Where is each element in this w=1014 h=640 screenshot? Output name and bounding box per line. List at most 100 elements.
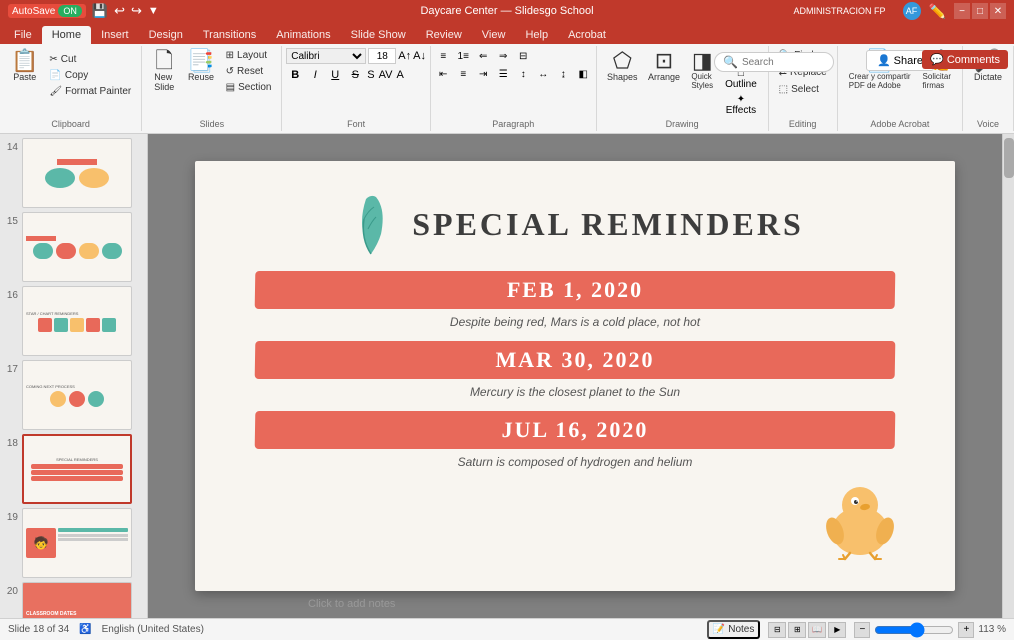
font-row2: B I U S S AV A <box>286 67 405 83</box>
slide-content[interactable]: SPECIAL REMINDERS FEB 1, 2020 Despite be… <box>195 161 955 591</box>
strikethrough-button[interactable]: S <box>346 67 364 83</box>
right-scrollbar[interactable] <box>1002 134 1014 618</box>
reminder-3-desc: Saturn is composed of hydrogen and heliu… <box>255 455 895 469</box>
slide-thumbnail-18[interactable]: 18 SPECIAL REMINDERS <box>4 434 143 504</box>
shapes-icon: ⬠ <box>613 50 632 72</box>
tab-help[interactable]: Help <box>515 26 558 44</box>
slide-sorter-button[interactable]: ⊞ <box>788 622 806 638</box>
search-input[interactable] <box>742 57 822 68</box>
undo-icon[interactable]: ↩ <box>114 3 125 19</box>
zoom-slider[interactable] <box>874 622 954 638</box>
paste-button[interactable]: 📋 Paste <box>6 48 43 84</box>
bold-button[interactable]: B <box>286 67 304 83</box>
format-painter-icon: 🖌 <box>49 86 62 97</box>
font-color-button[interactable]: A <box>395 67 404 83</box>
bullets-button[interactable]: ≡ <box>434 48 452 64</box>
underline-button[interactable]: U <box>326 67 344 83</box>
save-icon[interactable]: 💾 <box>92 3 108 19</box>
search-box[interactable]: 🔍 <box>714 52 834 72</box>
tab-transitions[interactable]: Transitions <box>193 26 266 44</box>
tab-insert[interactable]: Insert <box>91 26 139 44</box>
select-button[interactable]: ⬚ Select <box>775 82 823 97</box>
reminder-1-desc: Despite being red, Mars is a cold place,… <box>255 315 895 329</box>
slide-thumbnail-19[interactable]: 19 🧒 <box>4 508 143 578</box>
autosave-toggle[interactable]: ON <box>58 5 82 17</box>
decrease-indent-button[interactable]: ⇐ <box>474 48 492 64</box>
align-text-button[interactable]: ↨ <box>554 66 572 82</box>
quick-styles-button[interactable]: ◨ QuickStyles <box>686 48 718 92</box>
format-painter-button[interactable]: 🖌Format Painter <box>45 84 135 99</box>
tab-home[interactable]: Home <box>42 26 91 44</box>
new-slide-button[interactable]: 🗋 NewSlide <box>148 48 180 94</box>
shapes-button[interactable]: ⬠ Shapes <box>603 48 642 84</box>
restore-button[interactable]: □ <box>972 3 988 19</box>
slides-label: Slides <box>200 119 225 129</box>
align-right-button[interactable]: ⇥ <box>474 66 492 82</box>
close-button[interactable]: ✕ <box>990 3 1006 19</box>
increase-font-button[interactable]: A↑ <box>398 50 411 62</box>
reminder-1: FEB 1, 2020 Despite being red, Mars is a… <box>255 271 895 329</box>
tab-slideshow[interactable]: Slide Show <box>341 26 416 44</box>
increase-indent-button[interactable]: ⇒ <box>494 48 512 64</box>
click-to-add-notes[interactable]: Click to add notes <box>308 598 395 610</box>
tab-view[interactable]: View <box>472 26 516 44</box>
font-family-select[interactable]: Calibri <box>286 48 366 64</box>
slide-num-18: 18 <box>4 438 18 449</box>
italic-button[interactable]: I <box>306 67 324 83</box>
slides-group: 🗋 NewSlide 📑 Reuse ⊞Layout ↺Reset ▤Secti… <box>142 46 282 131</box>
minimize-button[interactable]: − <box>954 3 970 19</box>
reset-button[interactable]: ↺Reset <box>222 64 276 79</box>
shape-effects-button[interactable]: ✦ Effects <box>720 93 761 117</box>
view-buttons: ⊟ ⊞ 📖 ▶ <box>768 622 846 638</box>
search-icon: 🔍 <box>723 55 738 69</box>
slide-thumbnail-20[interactable]: 20 CLASSROOM DATES <box>4 582 143 618</box>
adobe-label: Adobe Acrobat <box>870 119 929 129</box>
slide-thumbnail-17[interactable]: 17 COMING NEXT PROCESS <box>4 360 143 430</box>
tab-review[interactable]: Review <box>416 26 472 44</box>
redo-icon[interactable]: ↪ <box>131 3 142 19</box>
line-spacing-button[interactable]: ↕ <box>514 66 532 82</box>
smartart-button[interactable]: ◧ <box>574 66 592 82</box>
tab-animations[interactable]: Animations <box>266 26 340 44</box>
comments-button[interactable]: 💬 Comments <box>922 50 1008 69</box>
slides-content: 🗋 NewSlide 📑 Reuse ⊞Layout ↺Reset ▤Secti… <box>148 48 275 117</box>
font-size-input[interactable] <box>368 48 396 64</box>
layout-button[interactable]: ⊞Layout <box>222 48 276 63</box>
char-spacing-button[interactable]: AV <box>378 67 394 83</box>
align-left-button[interactable]: ⇤ <box>434 66 452 82</box>
text-direction-button[interactable]: ↔ <box>534 66 552 82</box>
notes-button[interactable]: 📝 Notes <box>707 620 761 639</box>
decrease-font-button[interactable]: A↓ <box>413 50 426 62</box>
section-button[interactable]: ▤Section <box>222 80 276 95</box>
reuse-button[interactable]: 📑 Reuse <box>182 48 219 84</box>
thumb-img-20: CLASSROOM DATES <box>22 582 132 618</box>
pen-icon[interactable]: ✏️ <box>929 3 946 20</box>
cut-button[interactable]: ✂Cut <box>45 52 135 67</box>
zoom-controls: − + 113 % <box>854 622 1006 638</box>
justify-button[interactable]: ☰ <box>494 66 512 82</box>
copy-button[interactable]: 📄Copy <box>45 68 135 83</box>
tab-design[interactable]: Design <box>139 26 193 44</box>
zoom-in-button[interactable]: + <box>958 622 974 638</box>
layout-icon: ⊞ <box>226 50 234 61</box>
slide-panel[interactable]: 14 15 <box>0 134 148 618</box>
shadow-button[interactable]: S <box>366 67 375 83</box>
arrange-button[interactable]: ⊡ Arrange <box>644 48 684 84</box>
reminder-2: MAR 30, 2020 Mercury is the closest plan… <box>255 341 895 399</box>
columns-button[interactable]: ⊟ <box>514 48 532 64</box>
customize-icon[interactable]: ▼ <box>148 5 159 17</box>
slide-thumbnail-14[interactable]: 14 <box>4 138 143 208</box>
normal-view-button[interactable]: ⊟ <box>768 622 786 638</box>
tab-acrobat[interactable]: Acrobat <box>558 26 616 44</box>
paragraph-content: ≡ 1≡ ⇐ ⇒ ⊟ ⇤ ≡ ⇥ ☰ ↕ ↔ ↨ ◧ <box>434 48 592 117</box>
numbering-button[interactable]: 1≡ <box>454 48 472 64</box>
slide-thumbnail-16[interactable]: 16 STAR / CHART REMINDERS <box>4 286 143 356</box>
zoom-out-button[interactable]: − <box>854 622 870 638</box>
reading-view-button[interactable]: 📖 <box>808 622 826 638</box>
status-bar: Slide 18 of 34 ♿ English (United States)… <box>0 618 1014 640</box>
slideshow-button[interactable]: ▶ <box>828 622 846 638</box>
thumb-img-19: 🧒 <box>22 508 132 578</box>
tab-file[interactable]: File <box>4 26 42 44</box>
slide-thumbnail-15[interactable]: 15 <box>4 212 143 282</box>
align-center-button[interactable]: ≡ <box>454 66 472 82</box>
